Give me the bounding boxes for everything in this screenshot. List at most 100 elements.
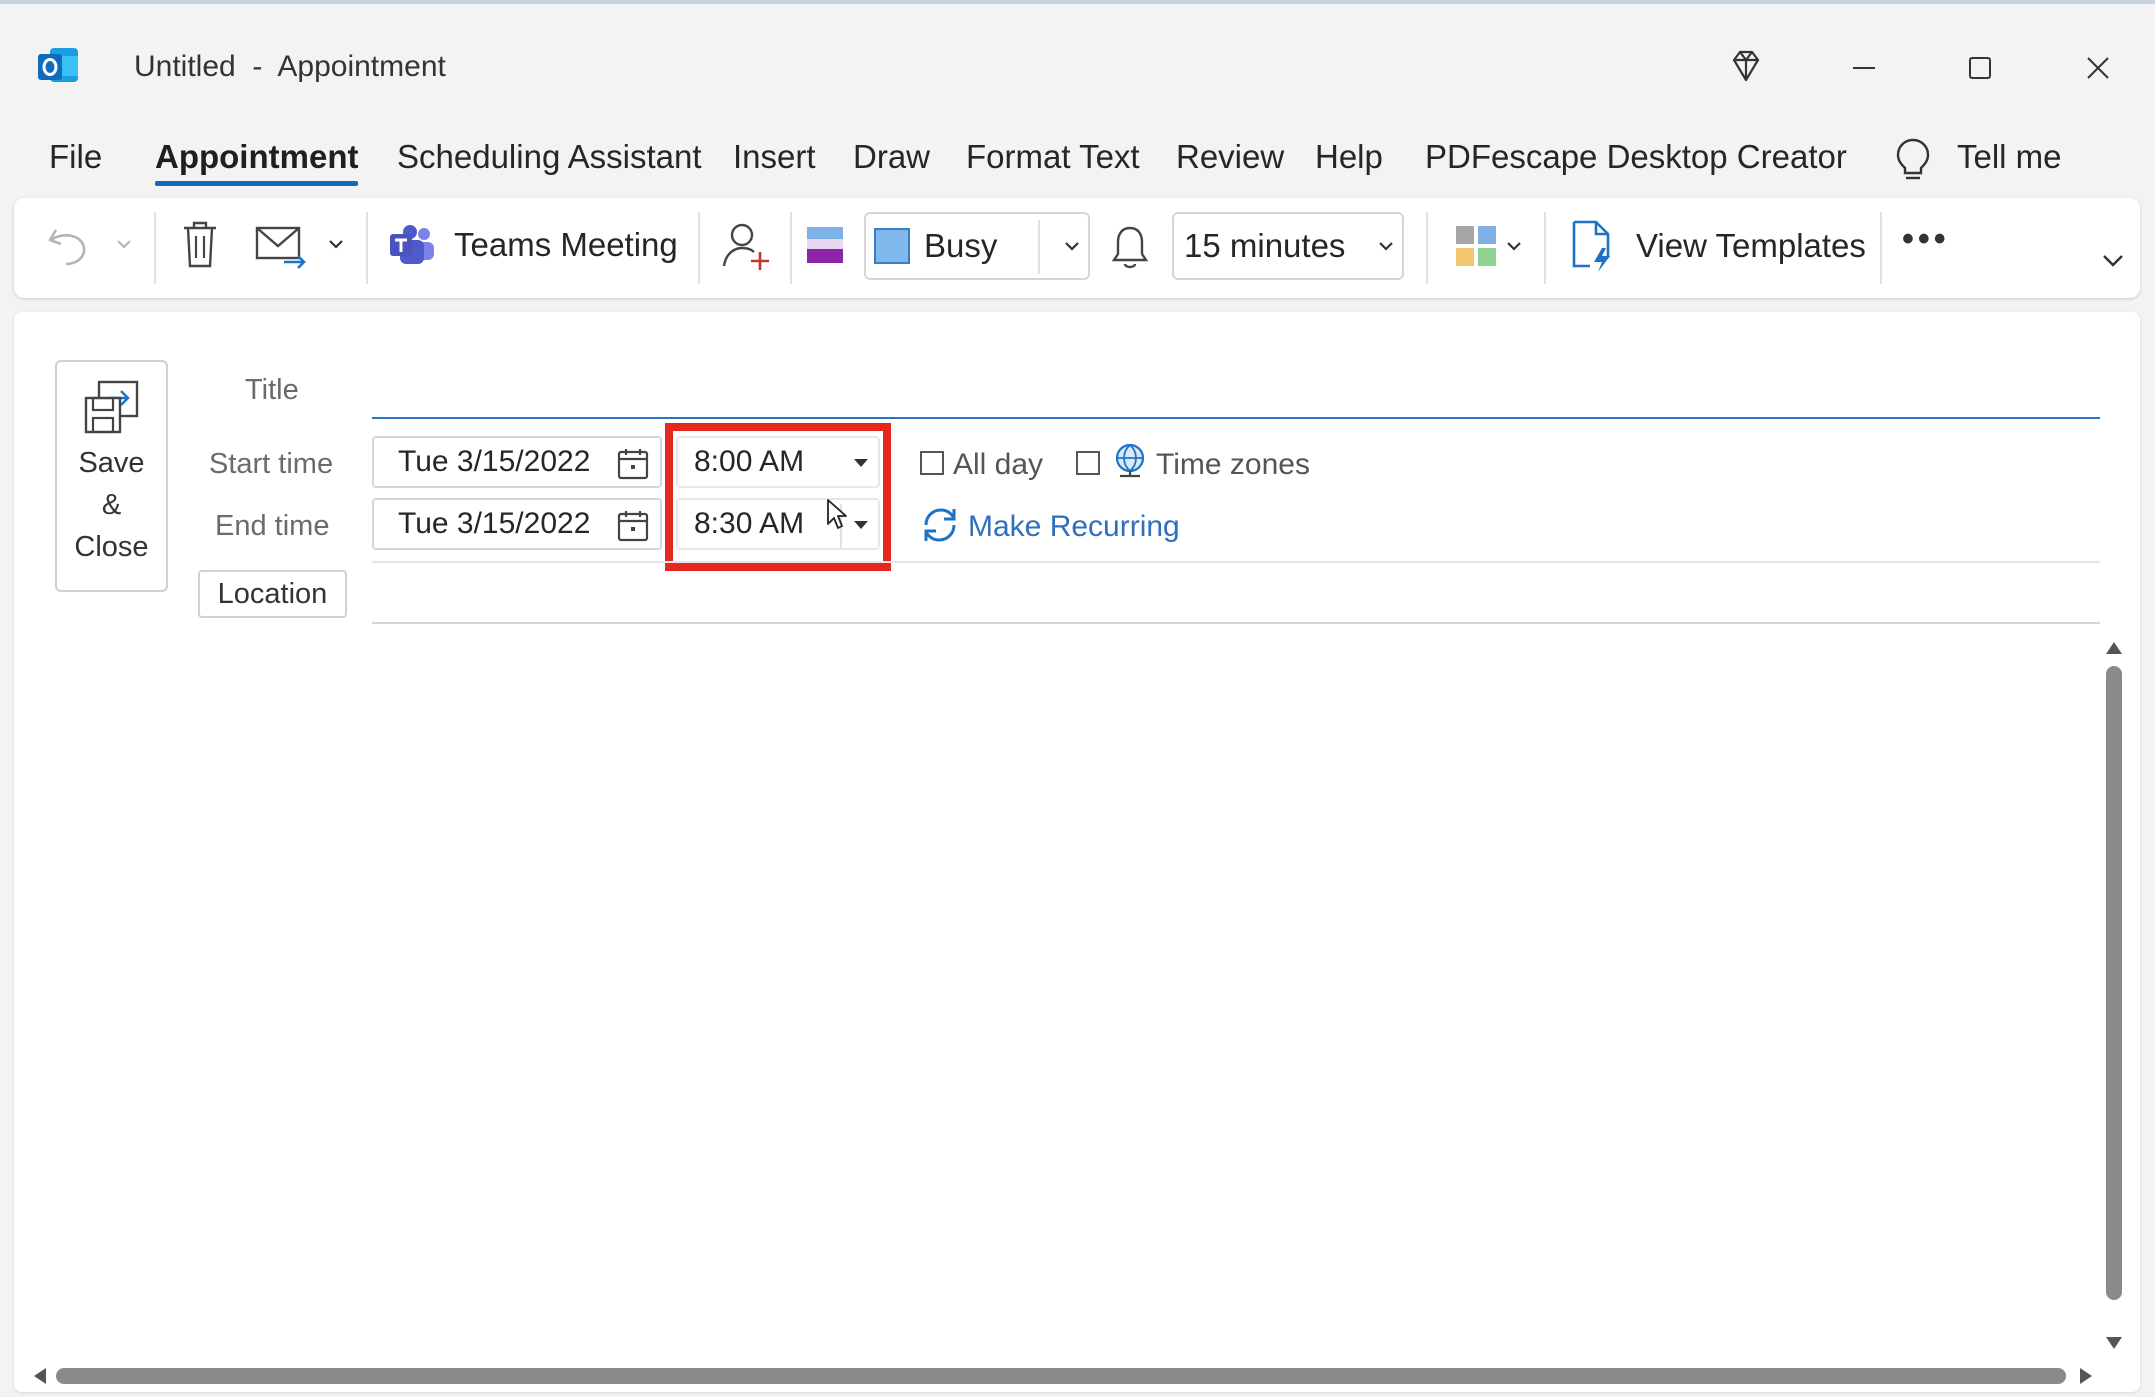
window-title: Untitled - Appointment <box>134 50 446 83</box>
location-input[interactable] <box>372 572 2100 620</box>
busy-color-swatch <box>874 228 910 264</box>
ribbon-toolbar: Teams Meeting Busy 15 minutes View Templ… <box>14 198 2140 298</box>
delete-button[interactable] <box>180 220 220 270</box>
recurring-icon[interactable] <box>920 505 960 545</box>
tab-file[interactable]: File <box>49 138 102 176</box>
view-templates-button[interactable]: View Templates <box>1570 218 1866 274</box>
chevron-down-icon <box>2103 255 2123 267</box>
location-underline <box>372 622 2100 624</box>
undo-button[interactable] <box>44 220 92 272</box>
close-button[interactable] <box>2068 40 2128 96</box>
mouse-pointer-icon <box>827 499 847 529</box>
title-input[interactable] <box>372 362 2100 416</box>
show-as-value: Busy <box>924 227 998 264</box>
teams-meeting-button[interactable]: Teams Meeting <box>388 222 678 268</box>
save-close-icon <box>84 380 138 434</box>
invite-attendees-button[interactable] <box>722 220 772 272</box>
menu-bar: File Appointment Scheduling Assistant In… <box>0 128 2155 188</box>
save-close-button[interactable]: Save & Close <box>55 360 168 592</box>
scroll-up-arrow-icon[interactable] <box>2106 642 2122 654</box>
chevron-down-icon <box>117 240 131 249</box>
outlook-logo-icon <box>38 48 78 82</box>
add-person-icon <box>722 223 769 270</box>
diamond-icon[interactable] <box>1726 46 1766 86</box>
separator <box>1038 220 1040 274</box>
separator <box>790 212 792 284</box>
separator <box>1880 212 1882 284</box>
tab-draw[interactable]: Draw <box>853 138 930 176</box>
tab-pdfescape[interactable]: PDFescape Desktop Creator <box>1425 138 1847 176</box>
teams-meeting-label: Teams Meeting <box>454 226 678 263</box>
tab-scheduling-assistant[interactable]: Scheduling Assistant <box>397 138 702 176</box>
template-document-icon <box>1572 220 1610 272</box>
scroll-down-arrow-icon[interactable] <box>2106 1337 2122 1349</box>
ampersand-label: & <box>101 489 122 521</box>
time-highlight-box <box>665 423 891 571</box>
start-time-label: Start time <box>209 448 334 480</box>
chevron-down-icon <box>1507 242 1521 251</box>
chevron-down-icon <box>1065 242 1079 251</box>
forward-button[interactable] <box>254 222 308 270</box>
all-day-checkbox[interactable] <box>920 451 944 475</box>
chevron-down-icon <box>1379 242 1393 251</box>
separator <box>698 212 700 284</box>
time-zones-checkbox[interactable] <box>1076 451 1100 475</box>
teams-icon <box>390 225 434 264</box>
tab-help[interactable]: Help <box>1315 138 1383 176</box>
minimize-button[interactable] <box>1834 40 1894 96</box>
categorize-button[interactable] <box>1452 222 1524 270</box>
tab-insert[interactable]: Insert <box>733 138 816 176</box>
horizontal-scrollbar-thumb[interactable] <box>56 1368 2066 1384</box>
separator <box>154 212 156 284</box>
tell-me-search[interactable]: Tell me <box>1957 138 2062 176</box>
maximize-button[interactable] <box>1950 40 2010 96</box>
reminder-bell <box>1110 224 1150 270</box>
color-category-button[interactable] <box>806 226 844 264</box>
forward-dropdown[interactable] <box>326 234 346 254</box>
show-as-dropdown[interactable]: Busy <box>864 212 1090 280</box>
minimize-icon <box>1853 67 1875 69</box>
undo-icon <box>48 229 86 266</box>
title-bar: Untitled - Appointment <box>0 0 2155 118</box>
separator <box>1426 212 1428 284</box>
reminder-dropdown[interactable]: 15 minutes <box>1172 212 1404 280</box>
tab-appointment[interactable]: Appointment <box>155 138 359 186</box>
start-date-field[interactable]: Tue 3/15/2022 <box>372 436 662 488</box>
save-label: Save <box>78 447 145 479</box>
lightbulb-icon[interactable] <box>1893 136 1933 184</box>
tab-review[interactable]: Review <box>1176 138 1284 176</box>
close-icon <box>2087 57 2109 79</box>
scroll-left-arrow-icon[interactable] <box>34 1368 46 1384</box>
all-day-label: All day <box>953 448 1044 481</box>
end-time-label: End time <box>215 510 330 542</box>
separator <box>366 212 368 284</box>
ribbon-expand-button[interactable] <box>2100 250 2126 272</box>
end-date-value: Tue 3/15/2022 <box>398 507 591 540</box>
trash-icon <box>184 221 216 268</box>
calendar-icon[interactable] <box>616 509 650 543</box>
vertical-scrollbar-thumb[interactable] <box>2106 666 2122 1300</box>
chevron-down-icon <box>329 240 343 249</box>
calendar-icon[interactable] <box>616 447 650 481</box>
categorize-icon <box>1456 226 1496 266</box>
maximize-icon <box>1969 57 1991 79</box>
tab-format-text[interactable]: Format Text <box>966 138 1140 176</box>
title-underline <box>372 417 2100 419</box>
reminder-value: 15 minutes <box>1184 227 1346 264</box>
close-label: Close <box>74 531 149 563</box>
make-recurring-link[interactable]: Make Recurring <box>968 510 1180 544</box>
start-date-value: Tue 3/15/2022 <box>398 445 591 478</box>
globe-icon <box>1115 443 1145 478</box>
title-label: Title <box>245 374 299 406</box>
divider <box>372 561 2100 563</box>
time-zones-label: Time zones <box>1156 448 1310 481</box>
undo-dropdown[interactable] <box>114 234 134 254</box>
separator <box>1544 212 1546 284</box>
more-options-button[interactable]: ••• <box>1902 220 1950 259</box>
scroll-right-arrow-icon[interactable] <box>2080 1368 2092 1384</box>
body-editor[interactable] <box>26 632 2112 1366</box>
location-button[interactable]: Location <box>198 570 347 618</box>
category-color-icon <box>807 227 843 263</box>
end-date-field[interactable]: Tue 3/15/2022 <box>372 498 662 550</box>
bell-icon <box>1111 226 1149 269</box>
